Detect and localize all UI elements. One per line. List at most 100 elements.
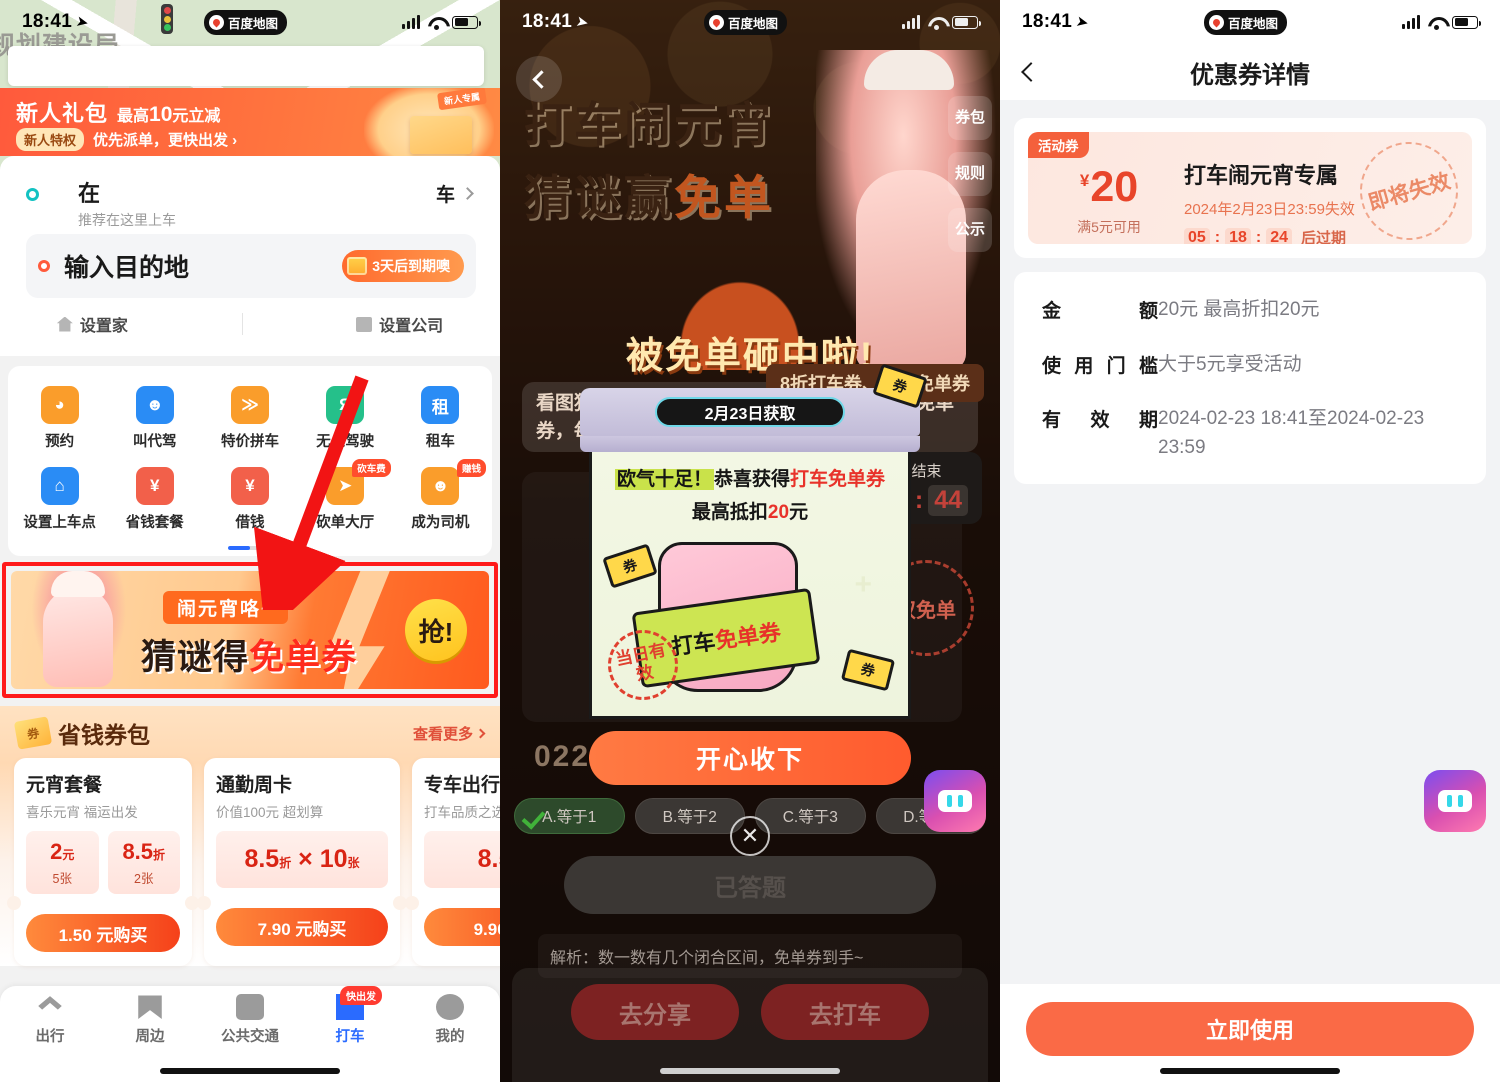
accept-reward-button[interactable]: 开心收下 [589,731,911,785]
buy-button[interactable]: 1.50 元购买 [26,914,180,952]
tab-profile[interactable]: 我的 [414,994,486,1082]
location-arrow-icon: ➤ [1074,12,1091,33]
vehicle-selector[interactable]: 车 [436,180,474,207]
coupon-chip: 8.5折 2张 [107,831,180,894]
view-more-link[interactable]: 查看更多 [413,723,486,744]
coupon-card[interactable]: 专车出行... 打车品质之选 8.5折 9.90 元 [405,758,500,966]
service-driver[interactable]: ☻ 叫代驾 [107,378,202,459]
coupon-card[interactable]: 元宵套餐 喜乐元宵 福运出发 2元 5张 8.5折 2张 1.50 元购买 [7,758,199,966]
share-button[interactable]: 去分享 [571,984,739,1040]
service-bargain-hall[interactable]: ➤ 砍单大厅 砍车费 [298,459,393,540]
coupon-type-tag: 活动券 [1028,132,1089,158]
search-input[interactable] [8,46,484,86]
promo-banner-tag: 闹元宵咯~ [163,591,289,624]
pickup-hint: 推荐在这里上车 [78,212,176,228]
coupon-card-inner: 活动券 ¥20 满5元可用 打车闹元宵专属 2024年2月23日23:59失效 … [1028,132,1472,244]
service-carpool[interactable]: ≫ 特价拼车 [202,378,297,459]
briefcase-icon [356,316,373,332]
promo-prefix: 猜谜得 [141,638,250,677]
grab-button[interactable]: 抢! [405,599,467,661]
tab-badge: 快出发 [340,986,382,1005]
coupon-graphic-highlight: 免单券 [713,619,783,654]
modal-lucky-text: 欧气十足！ [614,469,714,490]
robot-assistant-icon[interactable] [1424,770,1486,832]
status-bar: 18:41 ➤ 百度地图 [0,0,500,44]
new-user-gift-banner[interactable]: 新人礼包 最高10元立减 新人特权 优先派单，更快出发 › 新人专属 [0,88,500,156]
status-time: 18:41 ➤ [522,11,591,33]
service-badge: 赚钱 [456,459,486,477]
panel-coupon-detail: 18:41 ➤ 百度地图 优惠券详情 活动券 ¥20 满5元可用 打车闹元宵专属… [1000,0,1500,1082]
new-user-desc[interactable]: 优先派单，更快出发 › [93,129,237,150]
countdown-seconds: 24 [1266,227,1293,244]
service-stopwatch[interactable]: ◕ 预约 [12,378,107,459]
home-icon [56,316,73,332]
answer-option[interactable]: B.等于2 [634,798,745,834]
robot-assistant-icon[interactable] [924,770,986,832]
answer-option[interactable]: C.等于3 [755,798,866,834]
gift-illustration: 新人专属 [364,88,494,156]
modal-discount-unit: 元 [789,502,809,523]
back-button[interactable] [516,56,562,102]
expiry-pill[interactable]: 3天后到期噢 [342,250,464,282]
game-footer: 去分享 去打车 [512,968,988,1082]
coupon-card[interactable]: 通勤周卡 价值100元 超划算 8.5折 × 10张 7.90 元购买 [197,758,407,966]
promo-banner[interactable]: 闹元宵咯~ 猜谜得免单券 抢! [11,571,489,689]
use-now-button[interactable]: 立即使用 [1026,1002,1474,1056]
modal-discount-line: 最高抵扣20元 [602,497,898,524]
app-badge-label: 百度地图 [1227,16,1278,31]
service-robotaxi[interactable]: Я 无人驾驶 [298,378,393,459]
coupon-detail-list: 金额 20元 最高折扣20元使用门槛大于5元享受活动有效期 2024-02-23 1… [1014,272,1486,484]
coupon-info-block: 打车闹元宵专属 2024年2月23日23:59失效 05 : 18 : 24 后… [1184,158,1355,244]
chevron-right-icon [475,728,486,738]
detail-value: 大于5元享受活动 [1158,353,1302,375]
map-pin-icon [708,14,724,30]
robot-face [938,790,972,812]
map-pin-icon [1208,14,1224,30]
service-loan[interactable]: ¥ 借钱 [202,459,297,540]
service-become-driver[interactable]: ☻ 成为司机 赚钱 [393,459,488,540]
status-bar: 18:41 ➤ 百度地图 [500,0,1000,44]
set-company-label: 设置公司 [379,318,444,335]
detail-row: 有效期 2024-02-23 18:41至2024-02-23 23:59 [1042,405,1458,462]
destination-input[interactable]: 输入目的地 3天后到期噢 [26,234,476,298]
countdown-minutes: 44 [928,485,968,516]
set-company-button[interactable]: 设置公司 [356,312,443,336]
buy-button[interactable]: 9.90 元 [424,908,500,946]
buy-button[interactable]: 7.90 元购买 [216,908,388,946]
side-button-rules[interactable]: 规则 [948,152,992,196]
set-home-button[interactable]: 设置家 [56,312,128,336]
new-user-prefix: 最高 [117,108,150,125]
tab-chevron-up[interactable]: 出行 [14,994,86,1082]
service-pickup-point[interactable]: ⌂ 设置上车点 [12,459,107,540]
side-button-coupon-pack[interactable]: 券包 [948,96,992,140]
robotaxi-icon: Я [326,386,365,424]
countdown-minutes: 18 [1225,227,1251,244]
book-ride-button[interactable]: 去打车 [761,984,929,1040]
back-button[interactable] [1021,62,1041,82]
answer-option[interactable]: A.等于1 [514,798,625,834]
destination-placeholder: 输入目的地 [64,254,190,282]
promo-banner-highlight: 闹元宵咯~ 猜谜得免单券 抢! [2,562,498,698]
app-badge: 百度地图 [203,9,287,35]
app-badge: 百度地图 [703,9,787,35]
battery-icon [952,15,981,29]
home-indicator [1160,1068,1340,1074]
status-time: 18:41 ➤ [22,11,91,33]
coupon-card: 活动券 ¥20 满5元可用 打车闹元宵专属 2024年2月23日23:59失效 … [1014,118,1486,258]
close-icon[interactable]: ✕ [730,816,770,856]
grid-pager [228,546,272,550]
wifi-icon [427,16,445,30]
tab-label: 打车 [335,1029,365,1045]
chip-value: 2元 [50,839,75,864]
signal-icon [402,14,420,29]
status-bar: 18:41 ➤ 百度地图 [1000,0,1500,44]
coupon-card-title: 通勤周卡 [216,775,293,796]
new-user-privilege-tag: 新人特权 [16,128,85,151]
new-user-ribbon: 新人专属 [437,88,487,111]
modal-machine-top: 2月23日获取 券 [580,363,928,436]
status-time-text: 18:41 [1022,11,1073,32]
service-rentcar[interactable]: 租租车 [393,378,488,459]
service-savings-package[interactable]: ¥ 省钱套餐 [107,459,202,540]
side-button-announcement[interactable]: 公示 [948,208,992,252]
detail-label: 使用门槛 [1042,355,1158,377]
